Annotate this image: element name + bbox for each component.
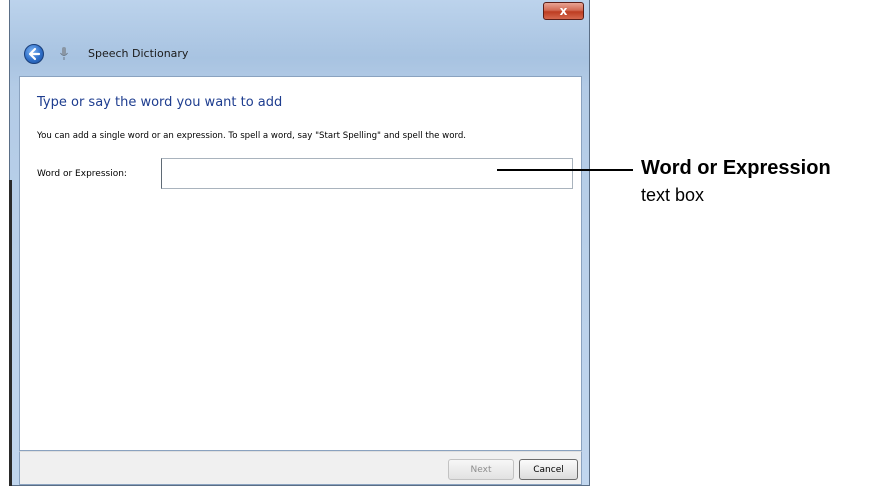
next-button[interactable]: Next (448, 459, 514, 480)
word-or-expression-input[interactable] (161, 158, 573, 189)
instructions-text: You can add a single word or an expressi… (37, 131, 467, 141)
word-or-expression-label: Word or Expression: (37, 169, 127, 179)
back-button[interactable] (24, 44, 44, 64)
callout-title: Word or Expression (641, 157, 831, 179)
callout-line (497, 169, 633, 171)
callout-subtitle: text box (641, 185, 705, 205)
cancel-button[interactable]: Cancel (519, 459, 578, 480)
footer-bar: Next Cancel (19, 451, 582, 485)
close-button[interactable]: x (543, 2, 584, 20)
window-title: Speech Dictionary (88, 47, 189, 60)
content-panel: Type or say the word you want to add You… (19, 76, 582, 451)
microphone-icon (60, 47, 68, 60)
close-icon: x (559, 4, 568, 18)
back-arrow-icon (28, 47, 41, 61)
page-heading: Type or say the word you want to add (37, 95, 283, 110)
window-shadow (9, 180, 12, 486)
